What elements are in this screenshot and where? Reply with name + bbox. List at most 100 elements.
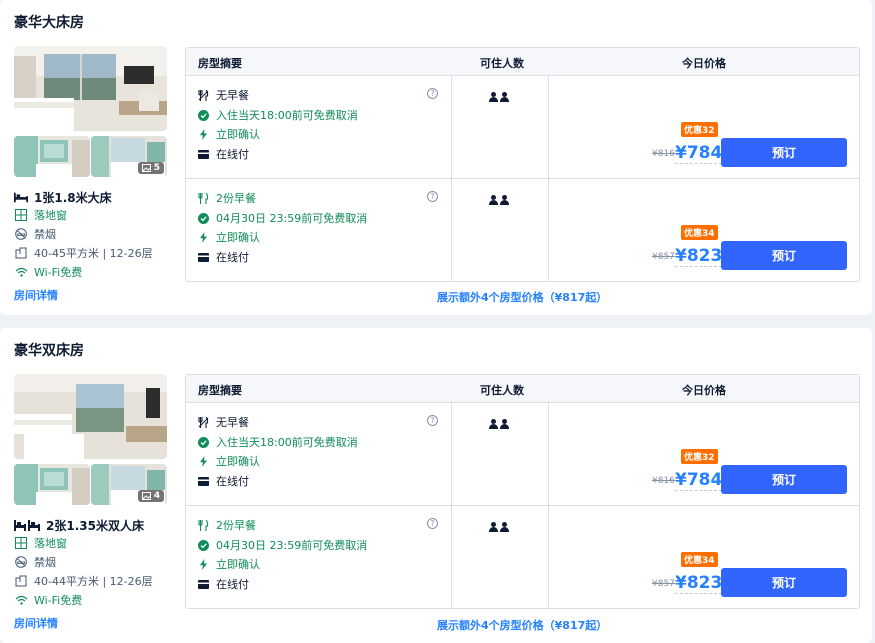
header-summary: 房型摘要: [198, 57, 242, 70]
cancel-policy: 04月30日 23:59前可免费取消: [198, 537, 367, 553]
room-title: 豪华双床房: [14, 343, 84, 359]
header-guests: 可住人数: [480, 57, 524, 70]
instant-confirm: 立即确认: [198, 453, 260, 469]
original-price: ¥816: [652, 149, 675, 159]
more-rates-link[interactable]: 展示额外4个房型价格（¥817起）: [437, 617, 607, 633]
smoking-info: 禁烟: [14, 226, 56, 242]
lightning-icon: [198, 231, 209, 243]
rate-table-header: 房型摘要 可住人数 今日价格: [186, 48, 859, 75]
smoking-info: 禁烟: [14, 554, 56, 570]
meal-info: 无早餐: [198, 414, 249, 430]
window-icon: [14, 536, 28, 550]
current-price: ¥823: [675, 573, 723, 594]
card-icon: [198, 149, 209, 160]
image-icon: [141, 492, 151, 500]
window-info: 落地窗: [14, 535, 67, 551]
bed-icon: [14, 191, 28, 205]
payment-method: 在线付: [198, 249, 249, 265]
floor-plan-icon: [14, 574, 28, 588]
check-circle-icon: [198, 436, 209, 448]
payment-method: 在线付: [198, 473, 249, 489]
original-price: ¥816: [652, 476, 675, 486]
room-photo-thumb[interactable]: [14, 136, 90, 177]
room-photo-thumb[interactable]: 4: [91, 464, 167, 505]
book-button[interactable]: 预订: [721, 465, 847, 494]
check-circle-icon: [198, 212, 209, 224]
photo-count-badge: 5: [137, 162, 164, 174]
bed-info: 1张1.8米大床: [14, 189, 112, 206]
cancel-policy: 入住当天18:00前可免费取消: [198, 107, 358, 123]
meal-info: 2份早餐: [198, 190, 256, 206]
lightning-icon: [198, 128, 209, 140]
room-details-link[interactable]: 房间详情: [14, 615, 58, 631]
meal-info: 2份早餐: [198, 517, 256, 533]
cancel-policy: 04月30日 23:59前可免费取消: [198, 210, 367, 226]
window-info: 落地窗: [14, 207, 67, 223]
cutlery-icon: [198, 416, 209, 428]
area-floor-info: 40-45平方米 | 12-26层: [14, 245, 153, 261]
instant-confirm: 立即确认: [198, 126, 260, 142]
book-button[interactable]: 预订: [721, 138, 847, 167]
rate-table: 房型摘要 可住人数 今日价格 无早餐 ? 入住当天18:00前可免费取消 立即确…: [185, 374, 860, 609]
room-card: 豪华双床房 4 2张1.35米双人床 落地窗 禁烟 40-44平方米 | 12-…: [0, 328, 872, 643]
rate-row: 2份早餐 ? 04月30日 23:59前可免费取消 立即确认 在线付 优惠34 …: [186, 505, 859, 608]
help-icon[interactable]: ?: [427, 88, 438, 99]
floor-plan-icon: [14, 246, 28, 260]
room-photo-main[interactable]: [14, 374, 167, 459]
instant-confirm: 立即确认: [198, 229, 260, 245]
wifi-info: Wi-Fi免费: [14, 264, 82, 280]
header-summary: 房型摘要: [198, 384, 242, 397]
help-icon[interactable]: ?: [427, 518, 438, 529]
discount-badge: 优惠34: [681, 552, 718, 567]
person-icon: [489, 92, 498, 102]
wifi-info: Wi-Fi免费: [14, 592, 82, 608]
room-card: 豪华大床房 5 1张1.8米大床 落地窗 禁烟 40-45平方米 | 12-26…: [0, 0, 872, 315]
discount-badge: 优惠32: [681, 449, 718, 464]
discount-badge: 优惠32: [681, 122, 718, 137]
help-icon[interactable]: ?: [427, 415, 438, 426]
header-price: 今日价格: [682, 384, 726, 397]
current-price: ¥784: [675, 143, 723, 164]
cutlery-icon: [198, 192, 209, 204]
wifi-icon: [14, 265, 28, 279]
person-icon: [500, 419, 509, 429]
header-guests: 可住人数: [480, 384, 524, 397]
image-icon: [141, 164, 151, 172]
current-price: ¥823: [675, 246, 723, 267]
no-smoking-icon: [14, 555, 28, 569]
current-price: ¥784: [675, 470, 723, 491]
book-button[interactable]: 预订: [721, 568, 847, 597]
twin-bed-icon: [14, 519, 40, 533]
lightning-icon: [198, 455, 209, 467]
no-smoking-icon: [14, 227, 28, 241]
photo-count-badge: 4: [137, 490, 164, 502]
rate-table-header: 房型摘要 可住人数 今日价格: [186, 375, 859, 402]
meal-info: 无早餐: [198, 87, 249, 103]
room-photo-main[interactable]: [14, 46, 167, 131]
book-button[interactable]: 预订: [721, 241, 847, 270]
window-icon: [14, 208, 28, 222]
rate-table: 房型摘要 可住人数 今日价格 无早餐 ? 入住当天18:00前可免费取消 立即确…: [185, 47, 860, 282]
room-photo-thumb[interactable]: [14, 464, 90, 505]
person-icon: [500, 522, 509, 532]
help-icon[interactable]: ?: [427, 191, 438, 202]
wifi-icon: [14, 593, 28, 607]
cutlery-icon: [198, 519, 209, 531]
card-icon: [198, 476, 209, 487]
instant-confirm: 立即确认: [198, 556, 260, 572]
payment-method: 在线付: [198, 576, 249, 592]
room-details-link[interactable]: 房间详情: [14, 287, 58, 303]
person-icon: [500, 195, 509, 205]
rate-row: 2份早餐 ? 04月30日 23:59前可免费取消 立即确认 在线付 优惠34 …: [186, 178, 859, 281]
header-price: 今日价格: [682, 57, 726, 70]
cancel-policy: 入住当天18:00前可免费取消: [198, 434, 358, 450]
payment-method: 在线付: [198, 146, 249, 162]
check-circle-icon: [198, 539, 209, 551]
guests-capacity: [489, 419, 509, 429]
original-price: ¥857: [652, 579, 675, 589]
room-photo-thumb[interactable]: 5: [91, 136, 167, 177]
person-icon: [489, 419, 498, 429]
more-rates-link[interactable]: 展示额外4个房型价格（¥817起）: [437, 289, 607, 305]
bed-info: 2张1.35米双人床: [14, 517, 144, 534]
person-icon: [500, 92, 509, 102]
